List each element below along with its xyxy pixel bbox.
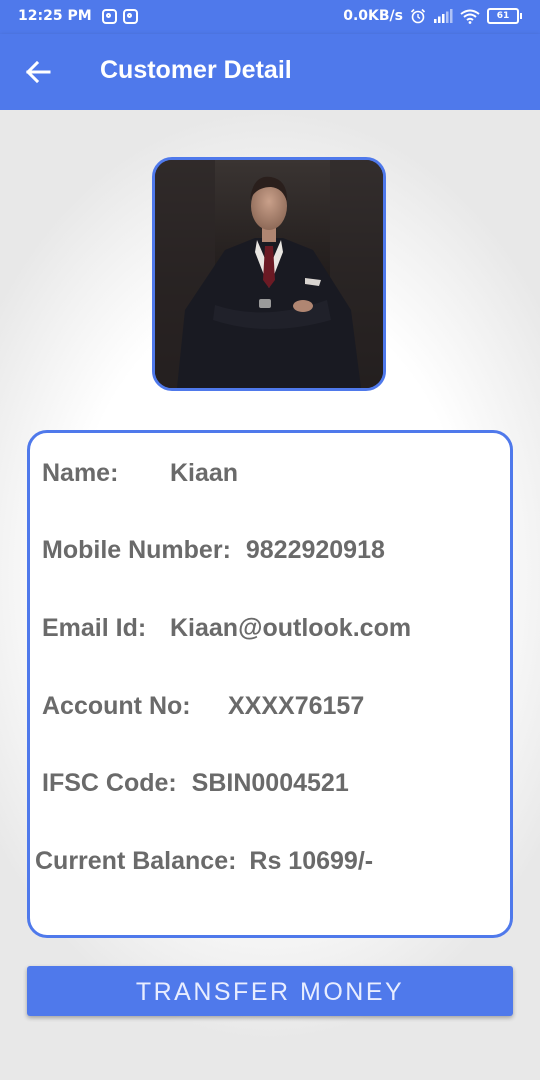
instagram-icon (122, 8, 138, 24)
status-time: 12:25 PM (18, 8, 92, 24)
ifsc-label: IFSC Code: (42, 769, 177, 797)
mobile-row: Mobile Number: 9822920918 (42, 536, 385, 565)
customer-photo-image (155, 160, 383, 388)
transfer-money-button[interactable]: TRANSFER MONEY (27, 966, 513, 1016)
wifi-icon (460, 9, 480, 24)
name-row: Name: Kiaan (42, 459, 238, 488)
page-title: Customer Detail (100, 56, 292, 84)
back-button[interactable] (18, 52, 58, 92)
status-bar: 12:25 PM 0.0KB/s 61 (0, 0, 540, 34)
account-value: XXXX76157 (228, 692, 365, 720)
content-area: Name: Kiaan Mobile Number: 9822920918 Em… (0, 110, 540, 1080)
ifsc-row: IFSC Code: SBIN0004521 (42, 769, 349, 798)
status-right: 0.0KB/s 61 (343, 8, 522, 24)
alarm-icon (410, 8, 426, 24)
email-label: Email Id: (42, 614, 147, 642)
network-speed: 0.0KB/s (343, 8, 403, 24)
account-row: Account No: XXXX76157 (42, 692, 364, 721)
email-value: Kiaan@outlook.com (170, 614, 412, 642)
customer-photo (152, 157, 386, 391)
name-label: Name: (42, 459, 119, 487)
ifsc-value: SBIN0004521 (191, 769, 349, 797)
email-row: Email Id: Kiaan@outlook.com (42, 614, 411, 643)
instagram-icon (101, 8, 117, 24)
signal-icon (434, 9, 453, 23)
mobile-value: 9822920918 (245, 536, 385, 564)
battery-level: 61 (487, 8, 519, 24)
battery-icon: 61 (487, 8, 522, 24)
account-label: Account No: (42, 692, 191, 720)
balance-row: Current Balance: Rs 10699/- (35, 847, 373, 876)
mobile-label: Mobile Number: (42, 536, 231, 564)
status-left: 12:25 PM (18, 8, 138, 24)
balance-label: Current Balance: (35, 847, 237, 875)
name-value: Kiaan (170, 459, 239, 487)
arrow-left-icon (25, 60, 51, 84)
app-bar: Customer Detail (0, 34, 540, 110)
customer-details-card: Name: Kiaan Mobile Number: 9822920918 Em… (27, 430, 513, 938)
balance-value: Rs 10699/- (249, 847, 374, 875)
